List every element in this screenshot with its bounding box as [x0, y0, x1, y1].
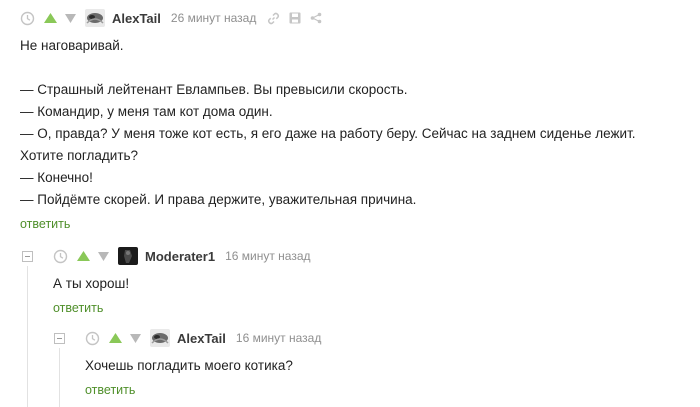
author-name[interactable]: AlexTail: [112, 11, 161, 26]
downvote-icon[interactable]: [64, 13, 77, 24]
comment-text-line: Хочешь погладить моего котика?: [85, 358, 293, 373]
avatar[interactable]: [85, 9, 105, 27]
comment-text-line: Не наговаривай.: [20, 38, 124, 53]
comment-text-line: Хотите погладить?: [20, 148, 139, 163]
comment-text-line: — Конечно!: [20, 170, 93, 185]
upvote-icon[interactable]: [76, 250, 91, 262]
avatar[interactable]: [118, 247, 138, 265]
comment-text-line: — Командир, у меня там кот дома один.: [20, 104, 273, 119]
comment-text-line: — О, правда? У меня тоже кот есть, я его…: [20, 126, 636, 141]
comment-text-line: А ты хорош!: [53, 276, 130, 291]
save-icon[interactable]: [289, 12, 301, 24]
thread-line[interactable]: [27, 266, 28, 407]
upvote-icon[interactable]: [108, 332, 123, 344]
clock-icon: [53, 249, 68, 264]
comment-header: AlexTail 26 минут назад: [20, 8, 322, 28]
clock-icon: [20, 11, 35, 26]
upvote-icon[interactable]: [43, 12, 58, 24]
comment-header: Moderater1 16 минут назад: [53, 246, 311, 266]
reply-button[interactable]: ответить: [53, 298, 103, 318]
collapse-icon[interactable]: [22, 251, 33, 262]
comment-time[interactable]: 16 минут назад: [236, 331, 321, 345]
author-name[interactable]: AlexTail: [177, 331, 226, 346]
reply-button[interactable]: ответить: [85, 380, 135, 400]
collapse-icon[interactable]: [54, 333, 65, 344]
comment-header: AlexTail 16 минут назад: [85, 328, 321, 348]
comment-time[interactable]: 26 минут назад: [171, 11, 256, 25]
thread-line[interactable]: [59, 348, 60, 407]
avatar[interactable]: [150, 329, 170, 347]
comment-time[interactable]: 16 минут назад: [225, 249, 310, 263]
link-icon[interactable]: [267, 12, 280, 25]
author-name[interactable]: Moderater1: [145, 249, 215, 264]
reply-button[interactable]: ответить: [20, 214, 70, 234]
share-icon[interactable]: [310, 12, 322, 24]
downvote-icon[interactable]: [129, 333, 142, 344]
downvote-icon[interactable]: [97, 251, 110, 262]
comment-text-line: — Страшный лейтенант Евлампьев. Вы превы…: [20, 82, 408, 97]
clock-icon: [85, 331, 100, 346]
comment-text-line: — Пойдёмте скорей. И права держите, уваж…: [20, 192, 417, 207]
